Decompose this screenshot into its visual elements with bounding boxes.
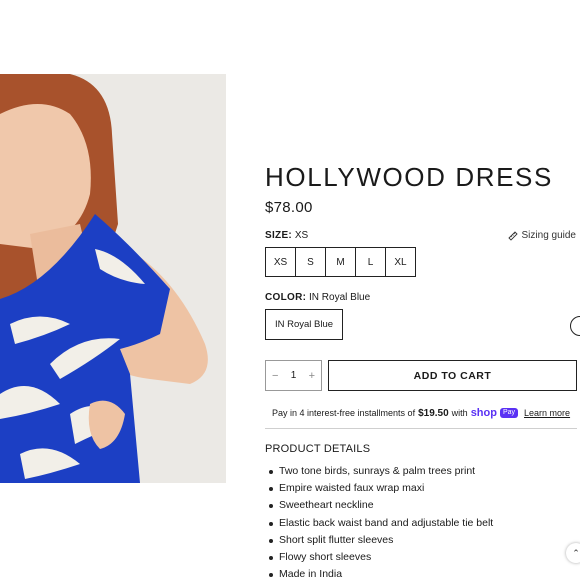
- list-item: Sweetheart neckline: [265, 497, 493, 514]
- installments-amount: $19.50: [418, 407, 449, 419]
- shop-pay-logo: shop: [470, 407, 497, 419]
- product-details-list: Two tone birds, sunrays & palm trees pri…: [265, 463, 493, 580]
- product-title: HOLLYWOOD DRESS: [265, 162, 553, 192]
- installments-text: Pay in 4 interest-free installments of: [272, 408, 416, 418]
- size-option-m[interactable]: M: [325, 247, 356, 277]
- size-label-row: SIZE: XS: [265, 230, 308, 241]
- list-item: Short split flutter sleeves: [265, 532, 493, 549]
- size-option-s[interactable]: S: [295, 247, 326, 277]
- chevron-up-icon: ⌃: [572, 547, 580, 558]
- size-label: SIZE:: [265, 230, 293, 241]
- list-item: Elastic back waist band and adjustable t…: [265, 515, 493, 532]
- size-option-l[interactable]: L: [355, 247, 386, 277]
- sizing-guide-link[interactable]: Sizing guide: [507, 230, 576, 241]
- size-options: XS S M L XL: [265, 247, 416, 277]
- product-info-panel: HOLLYWOOD DRESS $78.00 SIZE: XS Sizing g…: [265, 0, 580, 580]
- sizing-guide-label: Sizing guide: [521, 230, 576, 241]
- size-option-xs[interactable]: XS: [265, 247, 296, 277]
- product-image[interactable]: [0, 74, 226, 483]
- product-details-heading[interactable]: PRODUCT DETAILS: [265, 443, 370, 455]
- side-widget-button[interactable]: [570, 316, 580, 336]
- list-item: Flowy short sleeves: [265, 549, 493, 566]
- list-item: Two tone birds, sunrays & palm trees pri…: [265, 463, 493, 480]
- model-photo: [0, 74, 226, 483]
- product-price: $78.00: [265, 199, 313, 216]
- quantity-value[interactable]: 1: [291, 370, 297, 381]
- list-item: Empire waisted faux wrap maxi: [265, 480, 493, 497]
- color-option-royal-blue[interactable]: IN Royal Blue: [265, 309, 343, 340]
- installments-banner: Pay in 4 interest-free installments of $…: [272, 407, 570, 419]
- installments-with: with: [451, 408, 468, 418]
- quantity-increase-button[interactable]: +: [309, 370, 315, 382]
- size-option-xl[interactable]: XL: [385, 247, 416, 277]
- scroll-to-top-button[interactable]: ⌃: [566, 543, 580, 563]
- shop-pay-badge: Pay: [499, 408, 519, 418]
- color-selected-value: IN Royal Blue: [309, 292, 371, 303]
- quantity-decrease-button[interactable]: −: [272, 370, 278, 382]
- divider: [265, 428, 577, 429]
- color-label-row: COLOR: IN Royal Blue: [265, 292, 370, 303]
- learn-more-link[interactable]: Learn more: [524, 408, 570, 418]
- size-selected-value: XS: [294, 230, 309, 241]
- ruler-icon: [507, 230, 518, 241]
- quantity-stepper: − 1 +: [265, 360, 322, 391]
- add-to-cart-button[interactable]: ADD TO CART: [328, 360, 577, 391]
- color-label: COLOR:: [265, 292, 307, 303]
- list-item: Made in India: [265, 566, 493, 580]
